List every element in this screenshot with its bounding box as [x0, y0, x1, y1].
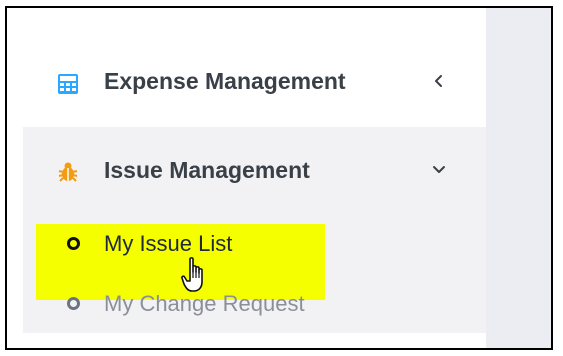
chevron-down-icon — [427, 157, 451, 181]
circle-icon — [67, 237, 80, 250]
sidebar-item-label: Issue Management — [104, 157, 310, 183]
screenshot-frame: Expense Management Issue Management My I… — [5, 6, 553, 350]
circle-icon — [67, 297, 80, 310]
submenu-item-label: My Change Request — [104, 291, 305, 316]
hand-pointer-cursor-icon — [181, 256, 211, 294]
main-content-area — [486, 8, 551, 348]
calculator-icon — [57, 73, 79, 95]
bug-icon — [57, 161, 79, 183]
submenu-item-label: My Issue List — [104, 231, 233, 256]
chevron-left-icon — [427, 69, 451, 93]
sidebar-item-expense-management[interactable]: Expense Management — [23, 55, 486, 111]
submenu-item-my-change-request[interactable]: My Change Request — [59, 288, 479, 324]
sidebar: Expense Management Issue Management My I… — [23, 8, 486, 348]
submenu-item-my-issue-list[interactable]: My Issue List — [59, 228, 479, 264]
sidebar-item-issue-management[interactable]: Issue Management — [23, 143, 486, 199]
sidebar-item-label: Expense Management — [104, 68, 346, 94]
